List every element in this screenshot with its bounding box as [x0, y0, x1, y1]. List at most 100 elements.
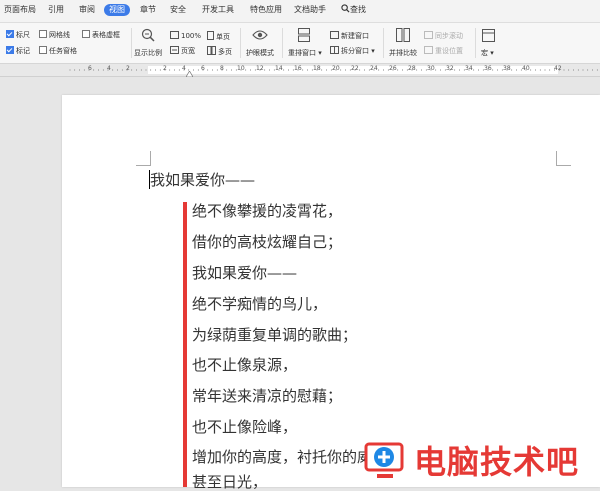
rearrange-window-icon	[298, 28, 310, 42]
text-line[interactable]: 绝不像攀援的凌霄花，	[192, 202, 342, 220]
tab-special-apps[interactable]: 特色应用	[250, 4, 282, 16]
reset-position-icon	[424, 46, 433, 54]
marks-label: 标记	[16, 47, 30, 55]
single-page-label: 单页	[216, 33, 230, 41]
ruler-number: 8	[220, 65, 224, 72]
tab-developer-tools[interactable]: 开发工具	[202, 4, 234, 16]
text-line[interactable]: 常年送来清凉的慰藉；	[192, 387, 342, 405]
ruler-number: 30	[427, 65, 435, 72]
ruler-number: 6	[201, 65, 205, 72]
sync-scroll-label: 同步滚动	[435, 32, 463, 40]
indent-marker-icon[interactable]	[186, 71, 193, 77]
ruler-number: 38	[503, 65, 511, 72]
check-icon	[6, 30, 14, 38]
multi-page-label: 多页	[218, 48, 232, 56]
ruler-number: 12	[256, 65, 264, 72]
multi-page-button[interactable]: 多页	[207, 46, 232, 57]
ruler-checkbox[interactable]: 标尺	[6, 30, 30, 40]
table-gridlines-checkbox[interactable]: 表格虚框	[82, 30, 120, 40]
macro-icon	[482, 29, 495, 42]
new-window-label: 新建窗口	[341, 32, 369, 40]
zoom-100-icon	[170, 31, 179, 39]
tab-review[interactable]: 审阅	[79, 4, 95, 16]
task-pane-checkbox[interactable]: 任务窗格	[39, 46, 77, 56]
macro-button[interactable]: 宏 ▾	[481, 48, 494, 58]
split-window-button[interactable]: 拆分窗口 ▾	[330, 46, 375, 56]
ruler-number: 26	[389, 65, 397, 72]
ruler-number: 16	[294, 65, 302, 72]
tab-search[interactable]: 查找	[341, 4, 366, 16]
reset-position-label: 重设位置	[435, 47, 463, 55]
margin-corner-mark	[556, 151, 571, 166]
highlight-bar	[183, 202, 187, 487]
text-line[interactable]: 我如果爱你——	[192, 264, 297, 282]
tab-page-layout[interactable]: 页面布局	[4, 4, 36, 16]
zoom-100-button[interactable]: 100%	[170, 31, 201, 41]
search-icon	[341, 4, 350, 13]
ribbon-divider	[240, 28, 241, 58]
side-by-side-icon	[396, 28, 410, 42]
eye-icon	[252, 30, 268, 40]
ruler-number: 34	[465, 65, 473, 72]
ruler-number: 14	[275, 65, 283, 72]
page-width-button[interactable]: 页宽	[170, 46, 195, 56]
watermark-computer-icon	[364, 442, 404, 478]
text-line[interactable]: 也不止像泉源，	[192, 356, 297, 374]
ruler-number: 32	[446, 65, 454, 72]
ruler-number: 40	[522, 65, 530, 72]
rearrange-window-button[interactable]: 重排窗口 ▾	[288, 48, 322, 58]
tab-security[interactable]: 安全	[170, 4, 186, 16]
sync-scroll-icon	[424, 31, 433, 39]
macro-label: 宏	[481, 49, 488, 57]
eye-mode-button[interactable]: 护眼模式	[246, 48, 274, 58]
rearrange-window-label: 重排窗口	[288, 49, 316, 57]
watermark-text: 电脑技术吧	[414, 443, 580, 481]
new-window-button[interactable]: 新建窗口	[330, 31, 369, 41]
ruler-number: 22	[351, 65, 359, 72]
text-line[interactable]: 甚至日光，	[192, 473, 267, 491]
split-window-label: 拆分窗口	[341, 47, 369, 55]
tab-chapter[interactable]: 章节	[140, 4, 156, 16]
text-line[interactable]: 为绿荫重复单调的歌曲；	[192, 326, 357, 344]
zoom-magnifier-icon	[141, 28, 155, 42]
tab-references[interactable]: 引用	[48, 4, 64, 16]
multi-page-icon	[207, 46, 216, 55]
checkbox-empty-icon	[39, 46, 47, 54]
chevron-down-icon: ▾	[488, 49, 494, 57]
text-line[interactable]: 借你的高枝炫耀自己；	[192, 233, 342, 251]
display-ratio-button[interactable]: 显示比例	[134, 48, 162, 58]
new-window-icon	[330, 31, 339, 39]
gridlines-label: 网格线	[49, 31, 70, 39]
horizontal-ruler[interactable]: 6 4 2 2 4 6 8 10 12 14 16 18 20 22 24 26…	[0, 64, 600, 77]
ruler-number: 2	[163, 65, 167, 72]
ruler-number: 10	[237, 65, 245, 72]
text-line[interactable]: 我如果爱你——	[150, 171, 255, 189]
text-line[interactable]: 也不止像险峰，	[192, 418, 297, 436]
ruler-number: 24	[370, 65, 378, 72]
margin-corner-mark	[136, 151, 151, 166]
tab-doc-assistant[interactable]: 文档助手	[294, 4, 326, 16]
ribbon-divider	[282, 28, 283, 58]
ribbon-divider	[475, 28, 476, 58]
zoom-100-label: 100%	[181, 32, 202, 40]
checkbox-empty-icon	[39, 30, 47, 38]
ribbon-divider	[383, 28, 384, 58]
sync-scroll-button[interactable]: 同步滚动	[424, 31, 463, 41]
ruler-number: 18	[313, 65, 321, 72]
page-width-label: 页宽	[181, 47, 195, 55]
side-by-side-button[interactable]: 并排比较	[389, 48, 417, 58]
text-line[interactable]: 绝不学痴情的鸟儿，	[192, 295, 327, 313]
ruler-number: 6	[88, 65, 92, 72]
page-width-icon	[170, 46, 179, 54]
marks-checkbox[interactable]: 标记	[6, 46, 30, 56]
ruler-number: 36	[484, 65, 492, 72]
table-gridlines-label: 表格虚框	[92, 31, 120, 39]
tab-view[interactable]: 视图	[104, 4, 130, 16]
reset-position-button[interactable]: 重设位置	[424, 46, 463, 56]
chevron-down-icon: ▾	[369, 47, 375, 55]
single-page-button[interactable]: 单页	[207, 31, 230, 42]
checkbox-empty-icon	[82, 30, 90, 38]
check-icon	[6, 46, 14, 54]
gridlines-checkbox[interactable]: 网格线	[39, 30, 70, 40]
ruler-number: 2	[126, 65, 130, 72]
